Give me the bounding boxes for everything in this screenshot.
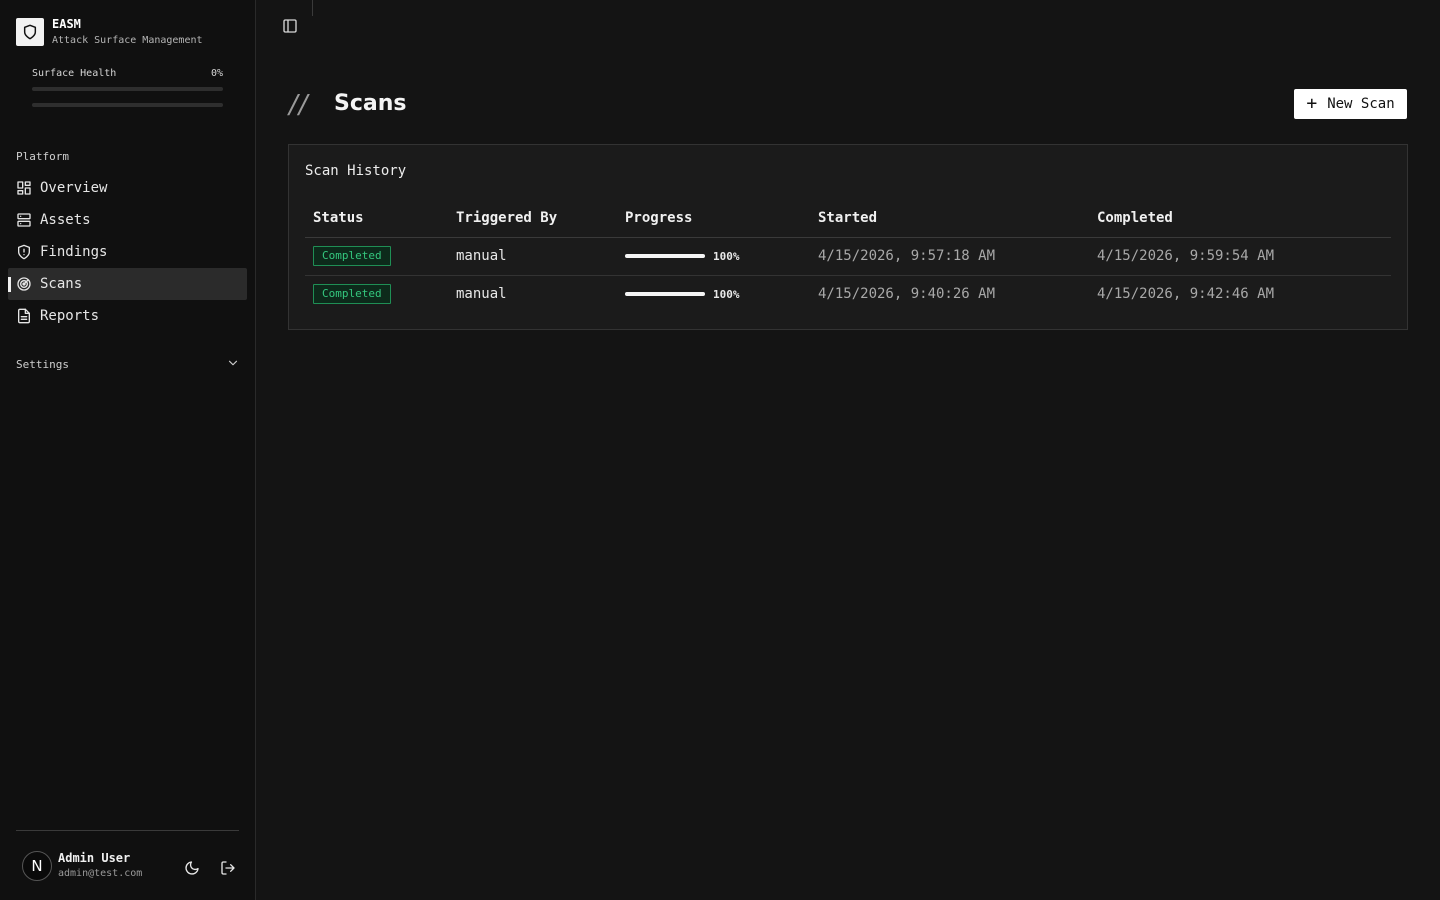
surface-health-value: 0%: [210, 68, 223, 79]
progress-percent: 100%: [713, 249, 740, 263]
avatar[interactable]: N: [22, 851, 52, 881]
card-title: Scan History: [305, 163, 407, 179]
status-badge: Completed: [313, 284, 391, 305]
server-icon: [16, 212, 32, 228]
sidebar: EASM Attack Surface Management Surface H…: [0, 0, 256, 900]
moon-icon: [184, 860, 200, 880]
surface-health-label: Surface Health: [32, 68, 117, 79]
sidebar-item-scans[interactable]: Scans: [8, 268, 247, 300]
shield-alert-icon: [16, 244, 32, 260]
completed-cell: 4/15/2026, 9:42:46 AM: [1097, 286, 1275, 303]
footer-divider: [16, 830, 239, 831]
logout-icon: [220, 860, 236, 880]
theme-toggle-button[interactable]: [180, 858, 204, 882]
sidebar-item-assets[interactable]: Assets: [8, 204, 247, 236]
progress-bar: [625, 254, 705, 258]
brand-name: EASM: [52, 17, 81, 31]
progress-bar-fill: [625, 292, 705, 297]
platform-section-label: Platform: [16, 150, 69, 163]
surface-health-bar: [32, 87, 223, 91]
sidebar-item-label: Assets: [40, 212, 91, 228]
sidebar-item-label: Scans: [40, 276, 83, 292]
new-scan-label: New Scan: [1327, 96, 1395, 112]
file-text-icon: [16, 308, 32, 324]
user-panel: N Admin User admin@test.com: [16, 846, 240, 886]
shield-logo-icon: [16, 18, 44, 46]
settings-label: Settings: [16, 357, 69, 371]
scan-history-table: Status Triggered By Progress Started Com…: [305, 199, 1391, 313]
sidebar-item-findings[interactable]: Findings: [8, 236, 247, 268]
table-row[interactable]: Completed manual 100% 4/15/2026, 9:40:26…: [305, 275, 1391, 313]
column-header-completed[interactable]: Completed: [1089, 199, 1391, 238]
radar-icon: [16, 276, 32, 292]
sidebar-nav: Overview Assets Findings Scans Reports: [8, 172, 247, 332]
new-scan-button[interactable]: + New Scan: [1294, 89, 1407, 119]
title-slashes-decoration: //: [289, 90, 309, 120]
user-email: admin@test.com: [58, 868, 143, 879]
logout-button[interactable]: [216, 858, 240, 882]
brand[interactable]: EASM Attack Surface Management: [16, 17, 203, 47]
completed-cell: 4/15/2026, 9:59:54 AM: [1089, 237, 1391, 276]
scan-history-card: Scan History Status Triggered By Progres…: [288, 144, 1408, 330]
brand-subtitle: Attack Surface Management: [52, 35, 203, 46]
column-header-started[interactable]: Started: [810, 199, 1089, 238]
column-header-progress[interactable]: Progress: [617, 199, 810, 238]
settings-toggle[interactable]: Settings: [16, 352, 240, 376]
table-header-row: Status Triggered By Progress Started Com…: [305, 199, 1391, 238]
panel-left-icon: [282, 18, 298, 38]
triggered-by-cell: manual: [448, 237, 617, 276]
sidebar-item-overview[interactable]: Overview: [8, 172, 247, 204]
progress-bar-fill: [625, 254, 705, 258]
user-name: Admin User: [58, 851, 131, 865]
started-cell: 4/15/2026, 9:57:18 AM: [810, 237, 1089, 276]
chevron-down-icon: [226, 356, 240, 373]
page-header: // Scans + New Scan: [289, 88, 1407, 122]
status-badge: Completed: [313, 246, 391, 266]
sidebar-item-label: Overview: [40, 180, 108, 196]
triggered-by-cell: manual: [456, 286, 507, 303]
topbar-separator: [312, 0, 313, 16]
sidebar-item-label: Reports: [40, 308, 100, 324]
progress-percent: 100%: [713, 287, 740, 301]
sidebar-toggle-button[interactable]: [281, 19, 299, 37]
plus-icon: +: [1306, 93, 1318, 114]
surface-health-secondary-bar: [32, 103, 223, 107]
column-header-triggered-by[interactable]: Triggered By: [448, 199, 617, 238]
progress-bar: [625, 292, 705, 297]
grid-icon: [16, 180, 32, 196]
sidebar-item-reports[interactable]: Reports: [8, 300, 247, 332]
page-title: Scans: [334, 91, 407, 116]
sidebar-item-label: Findings: [40, 244, 108, 260]
table-row[interactable]: Completed manual 100% 4/15/2026, 9:57:18…: [305, 237, 1391, 276]
started-cell: 4/15/2026, 9:40:26 AM: [818, 286, 996, 303]
column-header-status[interactable]: Status: [305, 199, 448, 238]
surface-health: Surface Health 0%: [32, 68, 223, 107]
